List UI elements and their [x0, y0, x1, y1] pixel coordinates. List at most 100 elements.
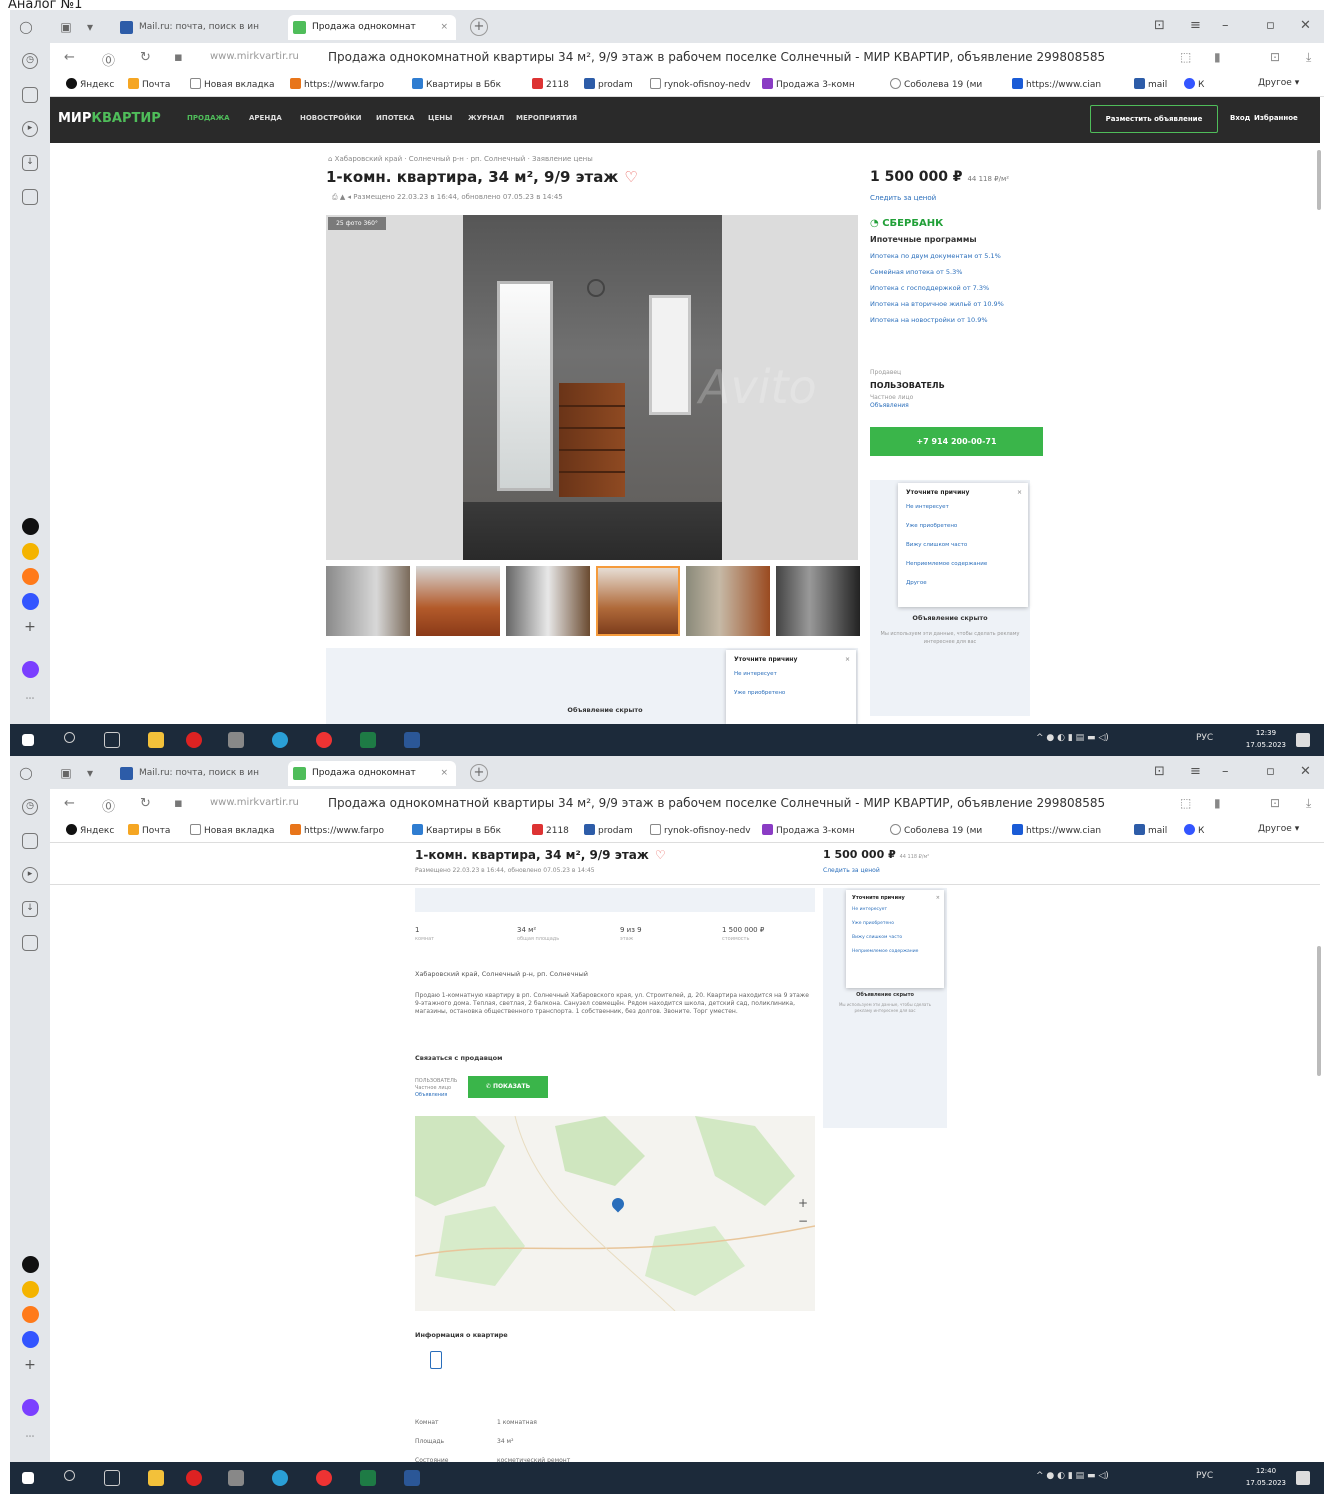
- bookmark-item[interactable]: mail: [1134, 824, 1167, 836]
- bookmark-other[interactable]: Другое ▾: [1258, 824, 1299, 834]
- start-icon[interactable]: [22, 1472, 34, 1484]
- yandex-browser-icon[interactable]: [186, 1470, 202, 1486]
- scrollbar[interactable]: [1317, 150, 1321, 210]
- play-icon[interactable]: ▸: [22, 867, 38, 883]
- complaint-option[interactable]: Другое: [906, 580, 1020, 586]
- scrollbar[interactable]: [1317, 946, 1321, 1076]
- bookmark-item[interactable]: Почта: [128, 824, 170, 836]
- language-indicator[interactable]: РУС: [1196, 733, 1213, 743]
- nav-mortgage[interactable]: Ипотека: [376, 114, 414, 122]
- nav-rent[interactable]: Аренда: [249, 114, 282, 122]
- task-view-icon[interactable]: [104, 732, 120, 748]
- favorites-link[interactable]: Избранное: [1254, 114, 1298, 122]
- bookmark-icon[interactable]: ▮: [1214, 50, 1221, 64]
- screenshot-icon[interactable]: [22, 935, 38, 951]
- reload-icon[interactable]: ↻: [140, 50, 151, 65]
- complaint-option[interactable]: Не интересует: [734, 671, 848, 677]
- sberbank-logo[interactable]: ◔ СБЕРБАНК: [870, 218, 1050, 229]
- mortgage-program-link[interactable]: Ипотека по двум документам от 5.1%: [870, 252, 1050, 260]
- tab-listing[interactable]: Продажа однокомнат ×: [288, 761, 456, 786]
- extension-icon[interactable]: ⬚: [1180, 796, 1191, 810]
- profile-icon[interactable]: ◯: [18, 765, 34, 781]
- yandex-browser-icon[interactable]: [186, 732, 202, 748]
- search-icon[interactable]: [64, 732, 75, 743]
- notifications-icon[interactable]: [1296, 733, 1310, 747]
- tray-icons[interactable]: ^ ● ◐ ▮ ▤ ▬ ◁): [1036, 733, 1109, 743]
- word-icon[interactable]: [404, 732, 420, 748]
- mortgage-program-link[interactable]: Ипотека на вторичное жильё от 10.9%: [870, 300, 1050, 308]
- tab-mail[interactable]: Mail.ru: почта, поиск в ин: [115, 15, 283, 40]
- bookmark-item[interactable]: Квартиры в Ббк: [412, 78, 501, 90]
- excel-icon[interactable]: [360, 1470, 376, 1486]
- close-window-icon[interactable]: ✕: [1300, 764, 1311, 779]
- bookmark-item[interactable]: rynok-ofisnoy-nedv: [650, 824, 751, 836]
- bookmark-item[interactable]: https://www.farpo: [290, 78, 384, 90]
- add-app-icon[interactable]: +: [22, 620, 38, 637]
- bookmark-item[interactable]: К: [1184, 78, 1204, 90]
- complaint-option[interactable]: Неприемлемое содержание: [852, 949, 938, 954]
- app-icon[interactable]: [228, 732, 244, 748]
- app-icon[interactable]: [228, 1470, 244, 1486]
- bookmark-item[interactable]: Яндекс: [66, 824, 114, 836]
- explorer-icon[interactable]: [148, 1470, 164, 1486]
- url-domain[interactable]: www.mirkvartir.ru: [210, 797, 299, 808]
- close-icon[interactable]: ×: [1017, 489, 1022, 496]
- restore-icon[interactable]: ▫: [1266, 18, 1275, 33]
- app-yellow-icon[interactable]: [22, 543, 39, 560]
- menu-icon[interactable]: ≡: [1190, 18, 1201, 33]
- downloads-icon[interactable]: ↓: [22, 901, 38, 917]
- complaint-option[interactable]: Вижу слишком часто: [852, 935, 938, 940]
- address-bar[interactable]: ← ⓪ ↻ ▪ www.mirkvartir.ru Продажа одноко…: [50, 43, 1324, 73]
- show-phone-button[interactable]: +7 914 200-00-71: [870, 427, 1043, 456]
- favorite-heart-icon[interactable]: ♡: [655, 848, 666, 862]
- app-orange-icon[interactable]: [22, 1306, 39, 1323]
- close-tab-icon[interactable]: ×: [440, 761, 448, 786]
- excel-icon[interactable]: [360, 732, 376, 748]
- bookmark-item[interactable]: Соболева 19 (ми: [890, 78, 982, 90]
- pin-icon[interactable]: ▣: [58, 19, 74, 35]
- bookmark-other[interactable]: Другое ▾: [1258, 78, 1299, 88]
- screenshot-icon[interactable]: [22, 189, 38, 205]
- tabs-menu-icon[interactable]: ▾: [82, 19, 98, 35]
- clock[interactable]: 12:40 17.05.2023: [1246, 1465, 1286, 1489]
- bookmark-item[interactable]: К: [1184, 824, 1204, 836]
- clock[interactable]: 12:39 17.05.2023: [1246, 727, 1286, 751]
- add-app-icon[interactable]: +: [22, 1358, 38, 1375]
- thumbnail[interactable]: [596, 566, 680, 636]
- complaint-option[interactable]: Уже приобретено: [734, 690, 848, 696]
- yandex-icon[interactable]: [316, 732, 332, 748]
- bookmark-item[interactable]: 2118: [532, 824, 569, 836]
- thumbnail[interactable]: [326, 566, 410, 636]
- tab-listing[interactable]: Продажа однокомнат ×: [288, 15, 456, 40]
- bookmark-item[interactable]: prodam: [584, 78, 633, 90]
- bookmark-item[interactable]: https://www.cian: [1012, 78, 1101, 90]
- mortgage-program-link[interactable]: Ипотека с господдержкой от 7.3%: [870, 284, 1050, 292]
- reader-icon[interactable]: ⊡: [1270, 796, 1280, 810]
- location-map[interactable]: + −: [415, 1116, 815, 1311]
- app-yellow-icon[interactable]: [22, 1281, 39, 1298]
- extension-icon[interactable]: ⬚: [1180, 50, 1191, 64]
- back-icon[interactable]: ←: [64, 50, 75, 65]
- play-icon[interactable]: ▸: [22, 121, 38, 137]
- mortgage-program-link[interactable]: Семейная ипотека от 5.3%: [870, 268, 1050, 276]
- close-tab-icon[interactable]: ×: [440, 15, 448, 40]
- complaint-option[interactable]: Уже приобретено: [852, 921, 938, 926]
- app-black-icon[interactable]: [22, 518, 39, 535]
- tabs-menu-icon[interactable]: ▾: [82, 765, 98, 781]
- tray-icons[interactable]: ^ ● ◐ ▮ ▤ ▬ ◁): [1036, 1471, 1109, 1481]
- nav-newbuildings[interactable]: Новостройки: [300, 114, 362, 122]
- minimize-icon[interactable]: –: [1222, 18, 1229, 33]
- bookmark-item[interactable]: https://www.cian: [1012, 824, 1101, 836]
- reload-icon[interactable]: ↻: [140, 796, 151, 811]
- zoom-in-icon[interactable]: +: [798, 1196, 808, 1210]
- language-indicator[interactable]: РУС: [1196, 1471, 1213, 1481]
- downloads-icon[interactable]: ↓: [22, 155, 38, 171]
- thumbnail[interactable]: [686, 566, 770, 636]
- reader-icon[interactable]: ⊡: [1270, 50, 1280, 64]
- app-orange-icon[interactable]: [22, 568, 39, 585]
- sticky-price-watch-link[interactable]: Следить за ценой: [823, 867, 880, 874]
- minimize-icon[interactable]: –: [1222, 764, 1229, 779]
- url-page-title[interactable]: Продажа однокомнатной квартиры 34 м², 9/…: [328, 796, 1105, 810]
- zoom-out-icon[interactable]: −: [798, 1214, 808, 1228]
- tab-mail[interactable]: Mail.ru: почта, поиск в ин: [115, 761, 283, 786]
